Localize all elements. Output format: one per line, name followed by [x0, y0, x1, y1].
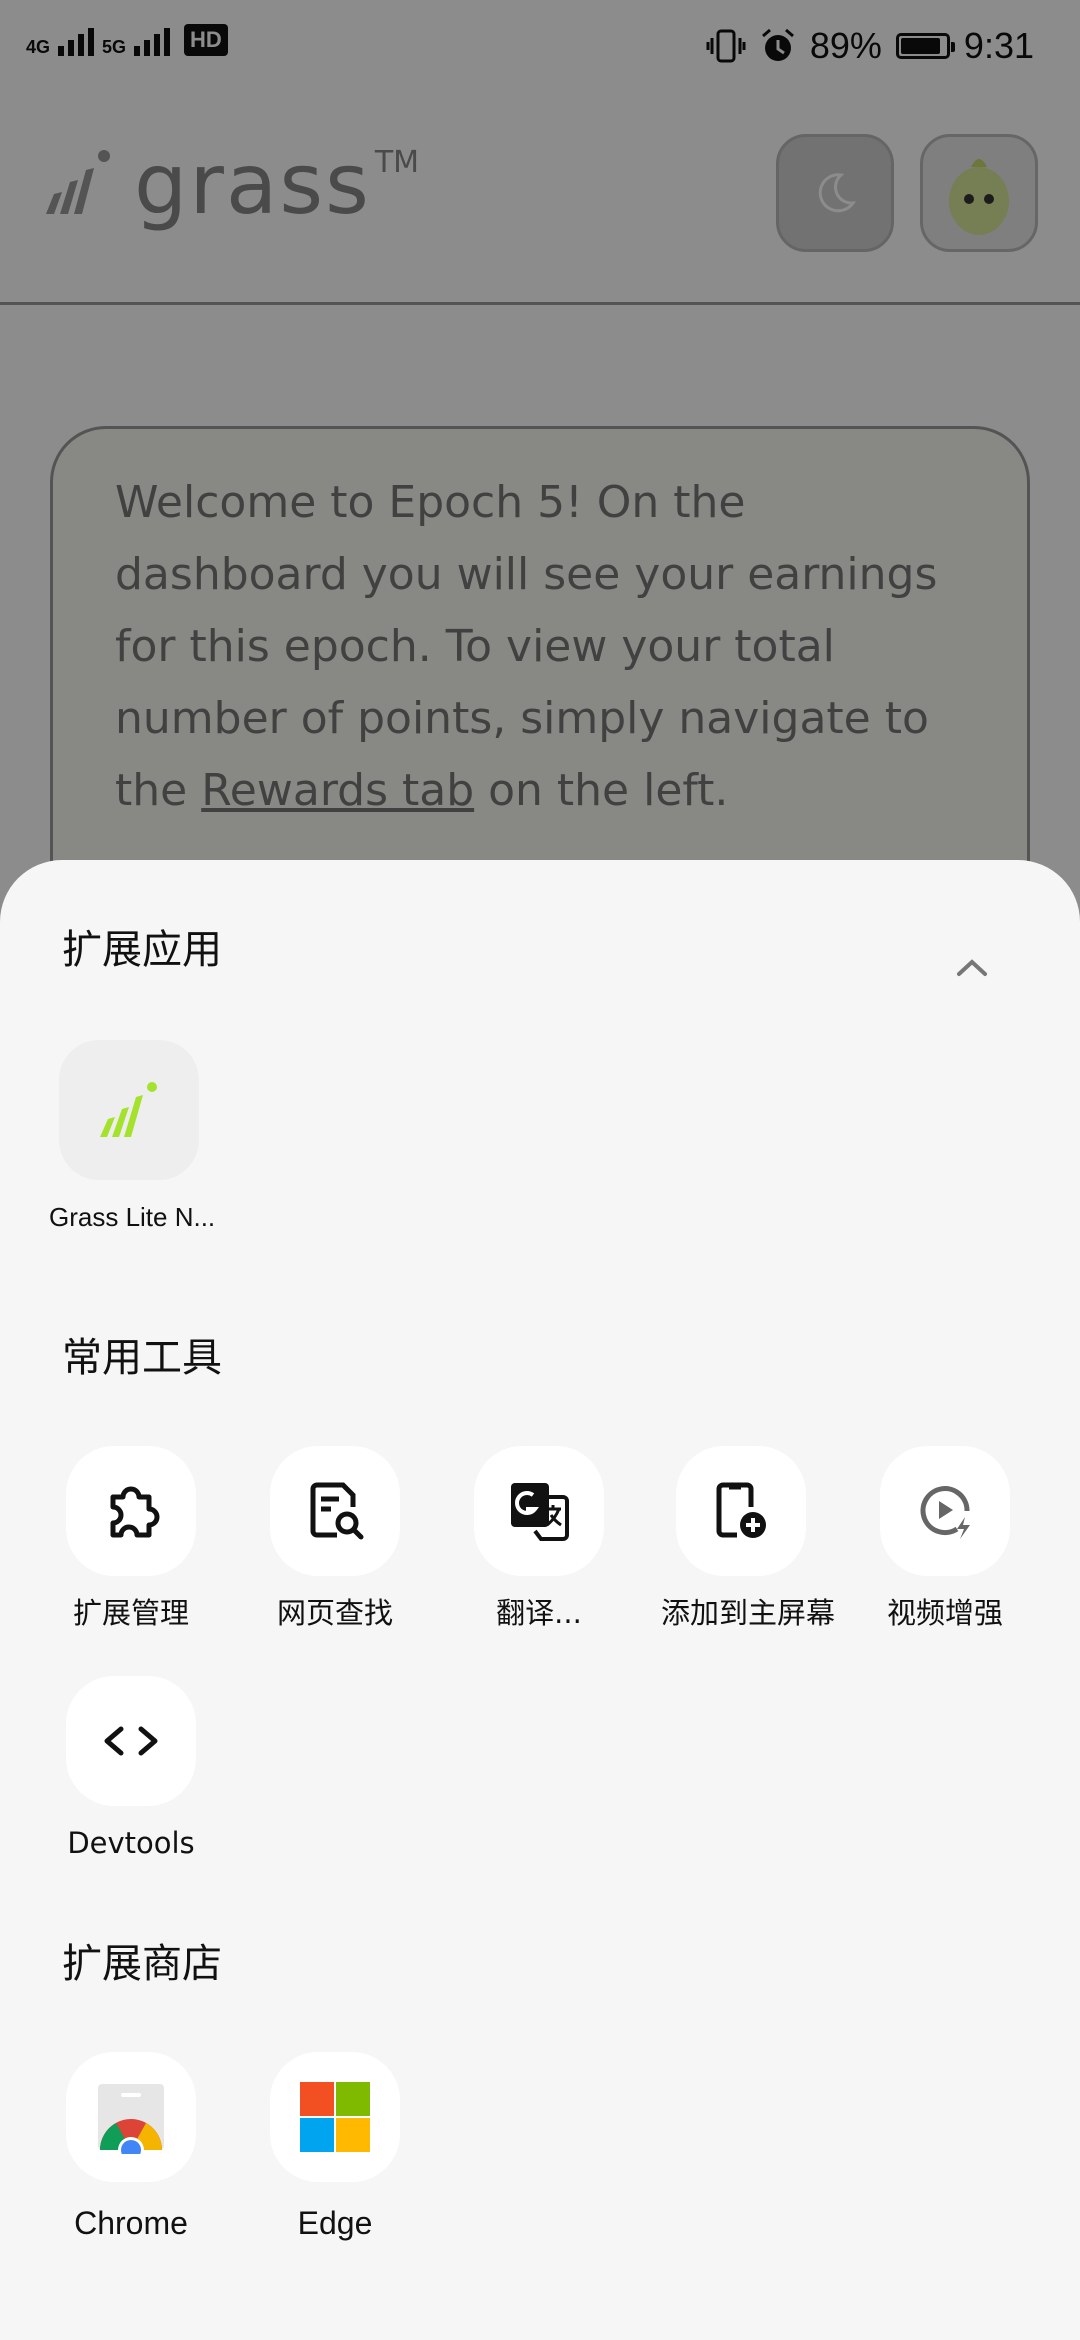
tools-section-title: 常用工具 [62, 1335, 222, 1381]
video-enhance-icon [880, 1446, 1010, 1576]
store-label: Edge [297, 2205, 373, 2241]
chrome-store-icon [66, 2052, 196, 2182]
find-in-page-icon [270, 1446, 400, 1576]
add-to-home-icon [676, 1446, 806, 1576]
tool-label: 视频增强 [886, 1596, 1003, 1630]
tool-devtools[interactable]: Devtools [51, 1676, 211, 1861]
extension-label: Grass Lite N... [49, 1202, 216, 1232]
extensions-section-title: 扩展应用 [62, 927, 222, 973]
tool-extension-manager[interactable]: 扩展管理 [51, 1446, 211, 1631]
grass-logo-icon [59, 1040, 199, 1180]
tool-add-to-home[interactable]: 添加到主屏幕 [661, 1446, 836, 1631]
translate-icon [474, 1446, 604, 1576]
store-section-title: 扩展商店 [62, 1941, 222, 1987]
chevron-up-icon[interactable] [956, 956, 988, 978]
extension-grass-lite[interactable]: Grass Lite N... [49, 1040, 216, 1233]
store-label: Chrome [74, 2205, 188, 2241]
extensions-bottom-sheet: 扩展应用 Grass Lite N... 常用工具 扩展管理 网页查找 翻译..… [0, 860, 1080, 2340]
tool-label: 翻译... [496, 1596, 582, 1630]
edge-store-icon [270, 2052, 400, 2182]
tool-label: 添加到主屏幕 [661, 1596, 836, 1630]
tool-find-in-page[interactable]: 网页查找 [255, 1446, 415, 1631]
tool-label: 网页查找 [276, 1596, 393, 1630]
store-edge[interactable]: Edge [255, 2052, 415, 2242]
tool-label: 扩展管理 [72, 1596, 189, 1630]
store-chrome[interactable]: Chrome [51, 2052, 211, 2242]
tool-video-enhance[interactable]: 视频增强 [865, 1446, 1025, 1631]
tool-translate[interactable]: 翻译... [459, 1446, 619, 1631]
code-icon [66, 1676, 196, 1806]
tool-label: Devtools [67, 1826, 195, 1860]
puzzle-icon [66, 1446, 196, 1576]
